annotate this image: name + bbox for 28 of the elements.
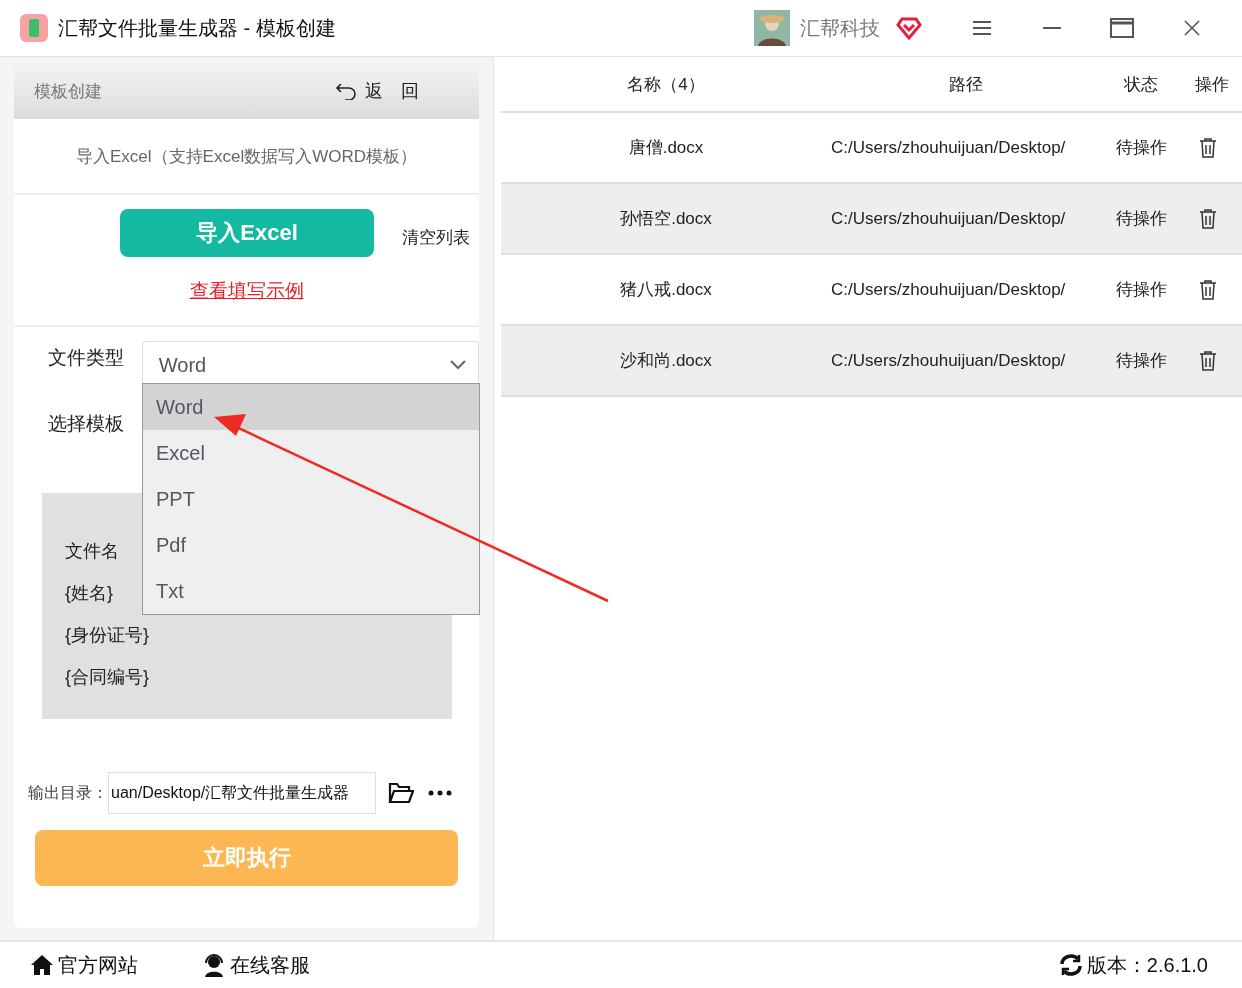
file-name-cell-text: 沙和尚.docx xyxy=(619,350,713,372)
template-field: 文件名 xyxy=(65,541,119,561)
file-name-cell-text: 猪八戒.docx xyxy=(619,279,713,301)
column-header: 名称（4） xyxy=(626,73,706,96)
status-cell-text: 待操作 xyxy=(1114,208,1168,230)
column-header: 状态 xyxy=(1123,73,1159,96)
template-field: {姓名} xyxy=(65,583,114,603)
column-header: 操作 xyxy=(1193,73,1230,96)
path-cell-text: C:/Users/zhouhuijuan/Desktop/ xyxy=(831,137,1067,158)
path-cell-text: C:/Users/zhouhuijuan/Desktop/ xyxy=(831,208,1067,229)
brand-name: 汇帮科技 xyxy=(800,15,880,41)
status-cell-text: 待操作 xyxy=(1114,279,1168,301)
import-hint: 导入Excel（支持Excel数据写入WORD模板） xyxy=(14,119,479,195)
panel-title: 模板创建 xyxy=(34,80,102,103)
status-cell-text: 待操作 xyxy=(1114,350,1168,372)
file-name-cell-text: 孙悟空.docx xyxy=(619,208,713,230)
path-cell-text: C:/Users/zhouhuijuan/Desktop/ xyxy=(831,279,1067,300)
file-type-label: 文件类型 xyxy=(48,346,125,370)
column-header: 路径 xyxy=(948,73,984,96)
version-text: 版本：2.6.1.0 xyxy=(1086,952,1208,978)
output-label: 输出目录： xyxy=(28,782,108,803)
file-name-cell-text: 唐僧.docx xyxy=(627,137,705,159)
template-field: {合同编号} xyxy=(65,667,150,687)
template-label: 选择模板 xyxy=(48,412,125,436)
path-cell-text: C:/Users/zhouhuijuan/Desktop/ xyxy=(831,350,1067,371)
status-cell-text: 待操作 xyxy=(1114,137,1168,159)
window-title: 汇帮文件批量生成器 - 模板创建 xyxy=(58,15,337,41)
template-field: {身份证号} xyxy=(65,625,150,645)
